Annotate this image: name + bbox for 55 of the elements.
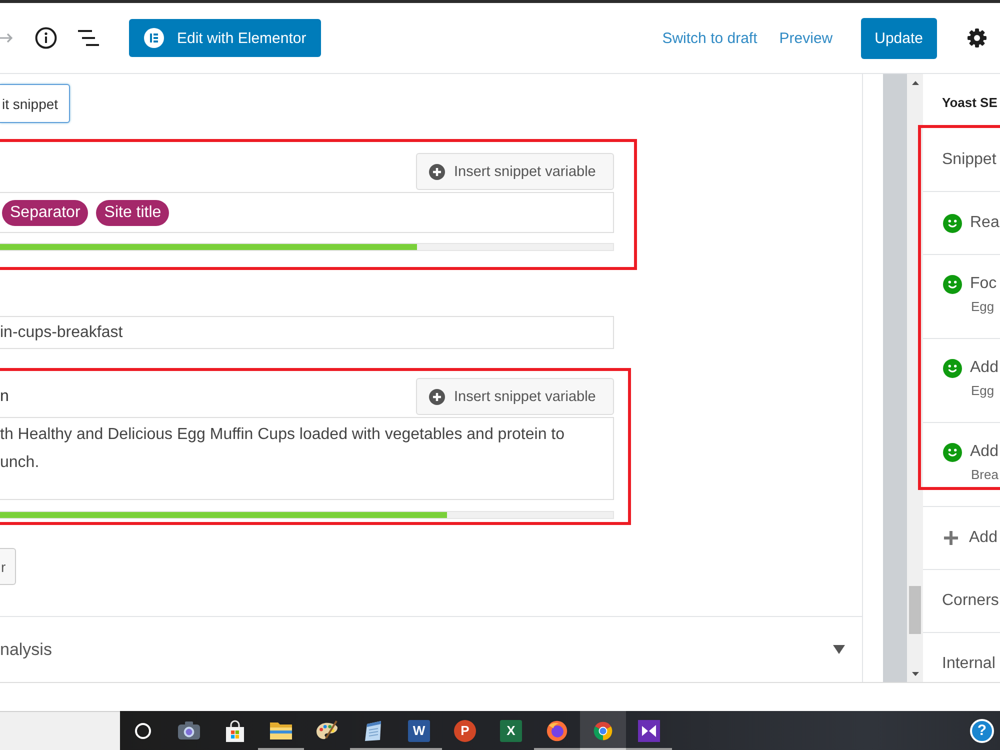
letter-disc-icon: P [454, 720, 476, 742]
notepad-icon [362, 720, 384, 742]
panel-toggle[interactable]: Add [970, 441, 998, 463]
outline-icon[interactable] [78, 30, 100, 46]
settings-icon[interactable] [967, 28, 987, 48]
plus-circle-icon [429, 388, 445, 404]
header-link[interactable]: Switch to draft [662, 30, 758, 46]
slug-field[interactable]: in-cups-breakfast [0, 316, 614, 349]
section-toggle[interactable]: nalysis [0, 640, 52, 660]
info-icon[interactable] [35, 27, 57, 49]
scrollbar-thumb[interactable] [909, 586, 921, 634]
panel-title: Yoast SE [941, 94, 998, 112]
palette-icon [315, 720, 339, 741]
editor-button[interactable]: r [0, 548, 16, 585]
letter-tile-icon: W [408, 720, 430, 742]
wheel-icon [592, 720, 614, 742]
plus-circle-icon [429, 164, 445, 180]
insert-variable-button[interactable]: Insert snippet variable [416, 153, 614, 190]
elementor-logo-icon [144, 28, 164, 48]
caret-icon[interactable] [833, 645, 845, 654]
help-button[interactable]: ? [970, 718, 994, 742]
camera-icon [177, 720, 201, 741]
elementor-button[interactable]: Edit with Elementor [129, 19, 322, 57]
folder-icon [269, 720, 293, 741]
down-arrow-icon[interactable] [912, 672, 918, 676]
field-label: n [0, 388, 9, 406]
variable-tag: Separator [2, 200, 88, 226]
keyphrase-text: Brea [971, 466, 998, 484]
swirl-globe-icon [546, 720, 568, 742]
ribbon-tile-icon [638, 720, 660, 742]
letter-tile-icon: X [500, 720, 522, 742]
taskbar-button[interactable]: X [488, 711, 534, 750]
panel-toggle[interactable]: Rea [970, 212, 1000, 234]
plus-icon[interactable] [944, 531, 958, 545]
panel-toggle[interactable]: Snippet [942, 149, 996, 171]
panel-toggle[interactable]: Foc [970, 273, 997, 295]
snippet-button[interactable]: it snippet [0, 84, 70, 123]
shopping-bag-icon [224, 720, 246, 742]
variable-tag: Site title [96, 200, 170, 226]
panel-toggle[interactable]: Internal [942, 653, 996, 675]
header-link[interactable]: Preview [779, 30, 833, 46]
panel-toggle[interactable]: Add [970, 357, 998, 379]
title-field[interactable]: Separator Site title [0, 192, 614, 233]
taskbar-button[interactable]: W [396, 711, 442, 750]
add-button[interactable]: Add [969, 527, 998, 549]
ring-icon [135, 722, 151, 738]
keyphrase-text: Egg [971, 298, 994, 316]
taskbar-button[interactable]: P [442, 711, 488, 750]
keyphrase-text: Egg [971, 382, 994, 400]
taskbar-button[interactable] [580, 711, 626, 750]
insert-variable-button[interactable]: Insert snippet variable [416, 378, 614, 415]
description-field[interactable]: th Healthy and Delicious Egg Muffin Cups loaded with vegetables and protein to unch. [0, 417, 614, 500]
update-button[interactable]: Update [860, 18, 937, 58]
up-arrow-icon[interactable] [912, 80, 918, 84]
panel-toggle[interactable]: Corners [942, 590, 999, 612]
